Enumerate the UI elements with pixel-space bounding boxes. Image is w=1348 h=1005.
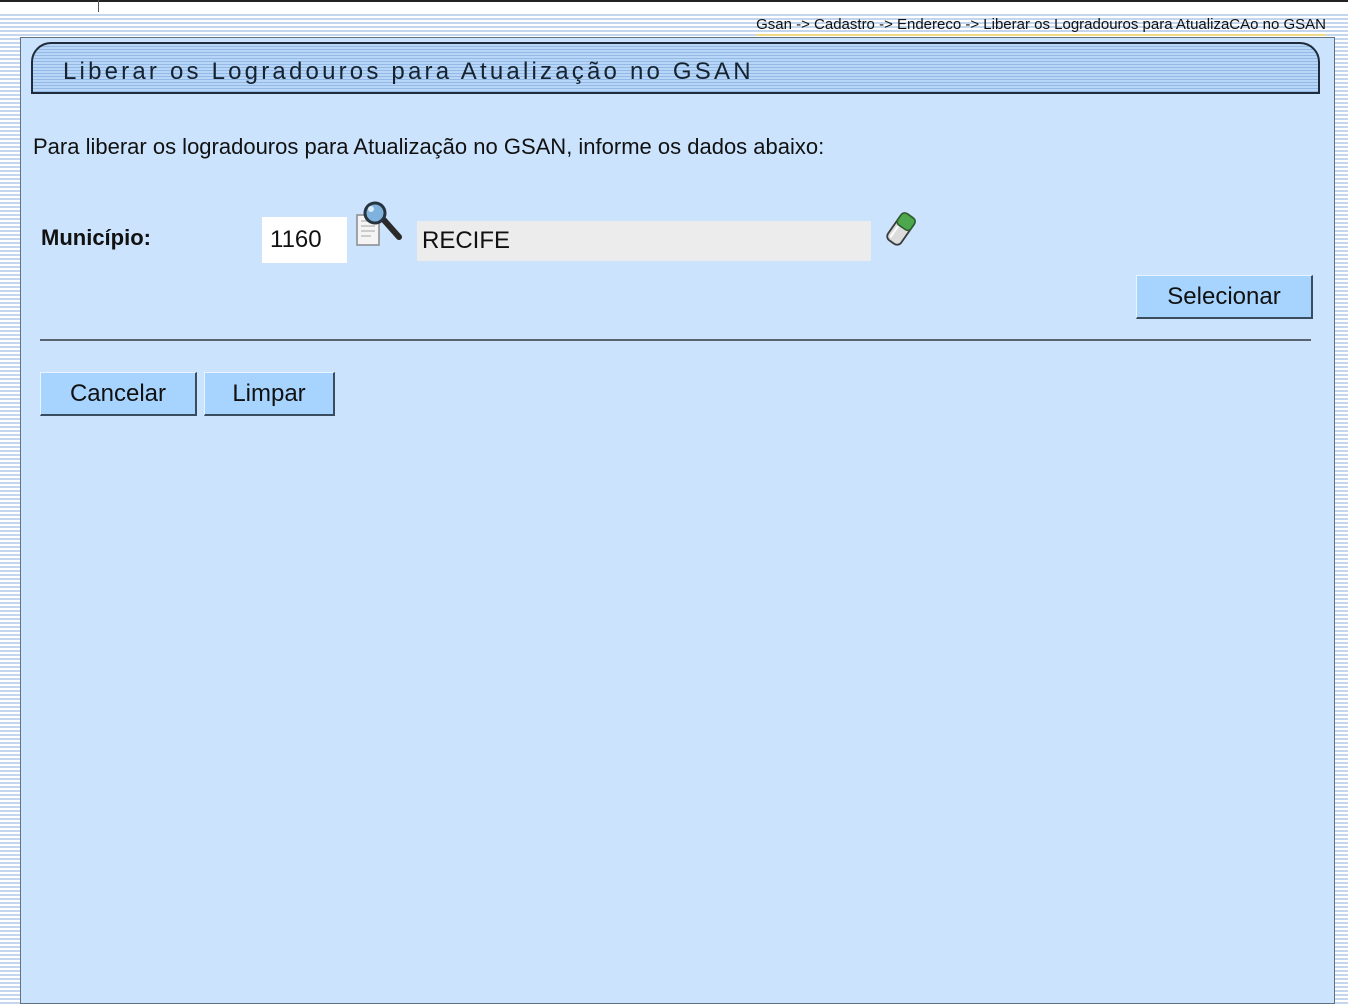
breadcrumb: Gsan -> Cadastro -> Endereco -> Liberar …: [756, 16, 1326, 36]
eraser-icon[interactable]: [879, 206, 923, 252]
select-button[interactable]: Selecionar: [1136, 275, 1313, 319]
cancel-button[interactable]: Cancelar: [40, 372, 197, 416]
page-title-bar: Liberar os Logradouros para Atualização …: [31, 42, 1320, 94]
page-title: Liberar os Logradouros para Atualização …: [63, 58, 754, 85]
clear-button[interactable]: Limpar: [204, 372, 335, 416]
divider: [40, 339, 1311, 341]
municipio-code-input[interactable]: [262, 217, 347, 263]
municipio-name-display: [417, 221, 871, 261]
search-icon[interactable]: [355, 201, 413, 251]
top-border-line: [0, 0, 1348, 2]
main-panel: Liberar os Logradouros para Atualização …: [20, 37, 1335, 1004]
top-tick-divider: [98, 0, 99, 12]
instructions-text: Para liberar os logradouros para Atualiz…: [33, 134, 825, 159]
municipio-label: Município:: [41, 225, 151, 250]
